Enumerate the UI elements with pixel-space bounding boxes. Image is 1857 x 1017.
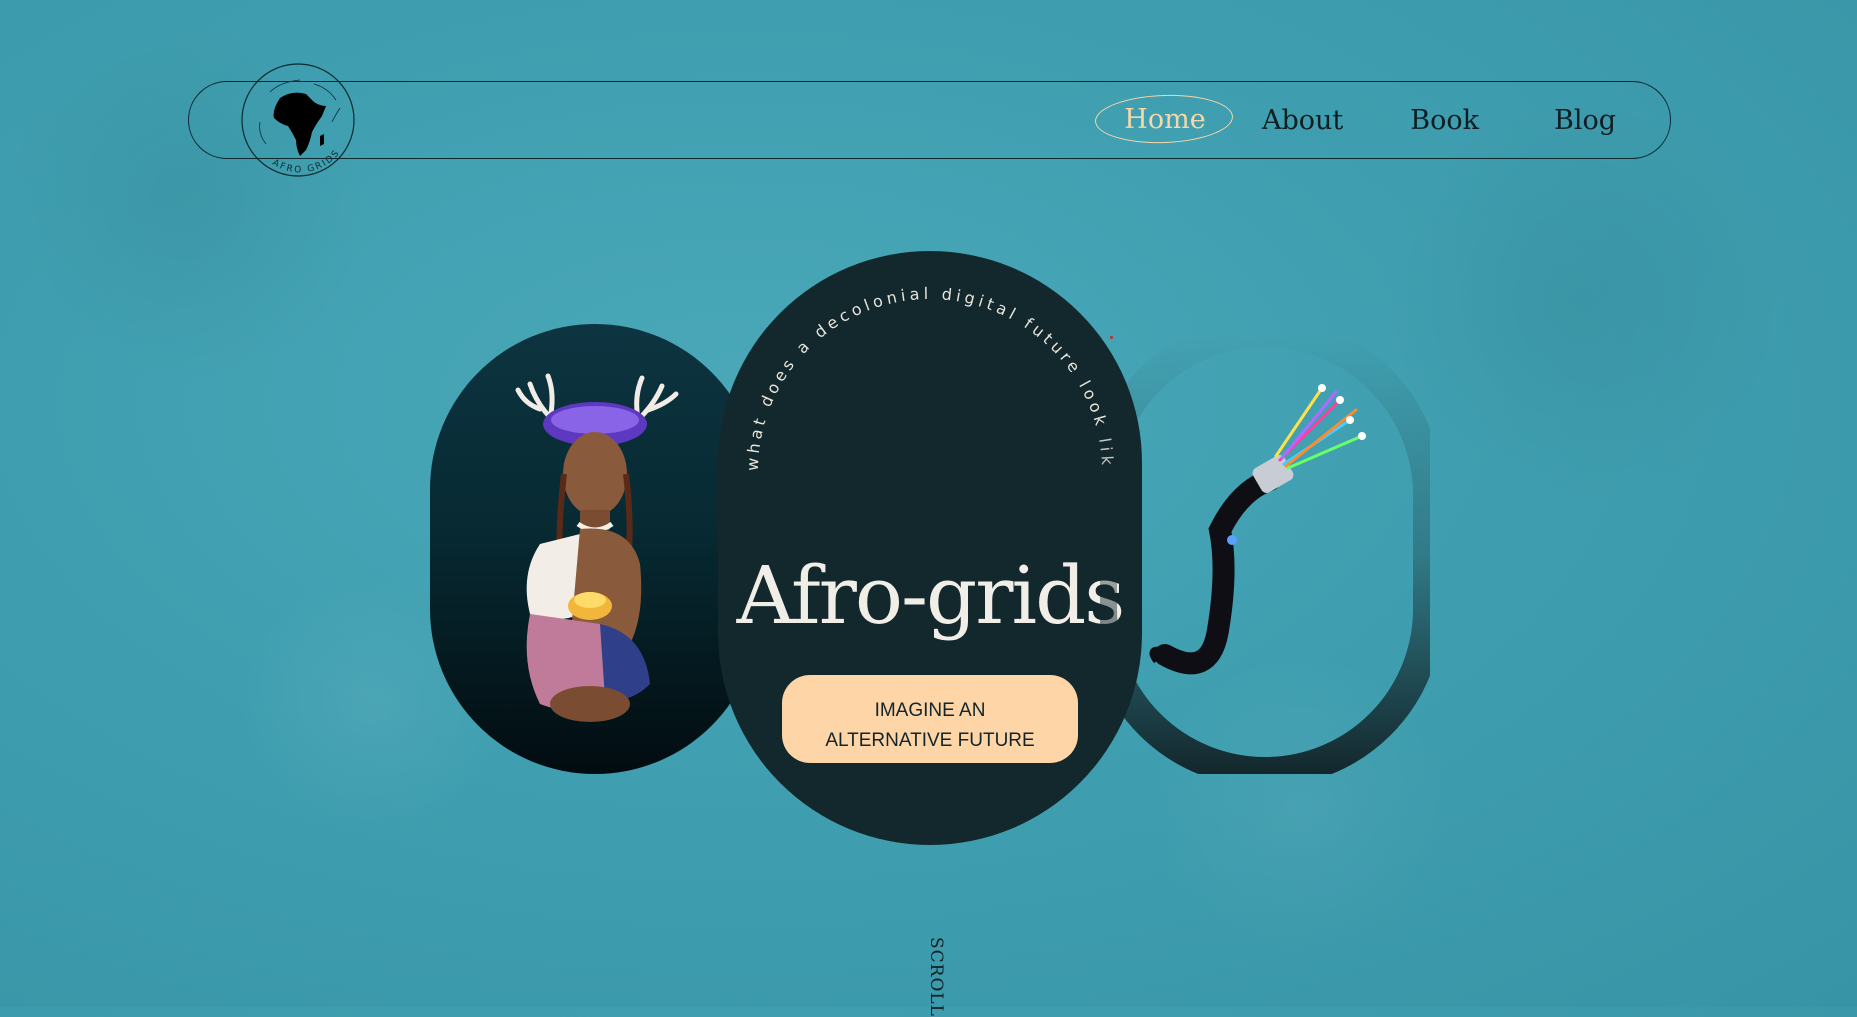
fiber-cable-illustration <box>1149 384 1366 675</box>
hero-title: Afro-grids <box>736 548 1126 642</box>
nav-home[interactable]: Home <box>1094 92 1235 146</box>
nav-about[interactable]: About <box>1262 105 1343 136</box>
nav-book[interactable]: Book <box>1410 105 1479 136</box>
woman-illustration <box>515 373 679 722</box>
right-illustration-card <box>1100 330 1430 774</box>
scroll-indicator[interactable]: SCROLL <box>922 937 946 1017</box>
cta-line-1: IMAGINE AN <box>874 699 986 721</box>
imagine-future-button[interactable]: IMAGINE AN ALTERNATIVE FUTURE <box>782 675 1078 763</box>
cta-line-2: ALTERNATIVE FUTURE <box>825 729 1035 751</box>
svg-text:what does a decolonial dig: what does a decolonial digital future lo… <box>718 251 1117 471</box>
nav-links: Home About Book Blog <box>1094 92 1616 146</box>
logo-text: AFRO GRIDS <box>271 148 343 176</box>
svg-text:AFRO GRIDS: AFRO GRIDS <box>271 148 343 176</box>
arc-tagline: what does a decolonial digital future lo… <box>718 251 1117 471</box>
nav-blog[interactable]: Blog <box>1554 105 1616 136</box>
nav-home-label: Home <box>1124 104 1206 135</box>
left-illustration-card <box>430 324 760 774</box>
afro-grids-logo[interactable]: AFRO GRIDS <box>240 62 360 182</box>
